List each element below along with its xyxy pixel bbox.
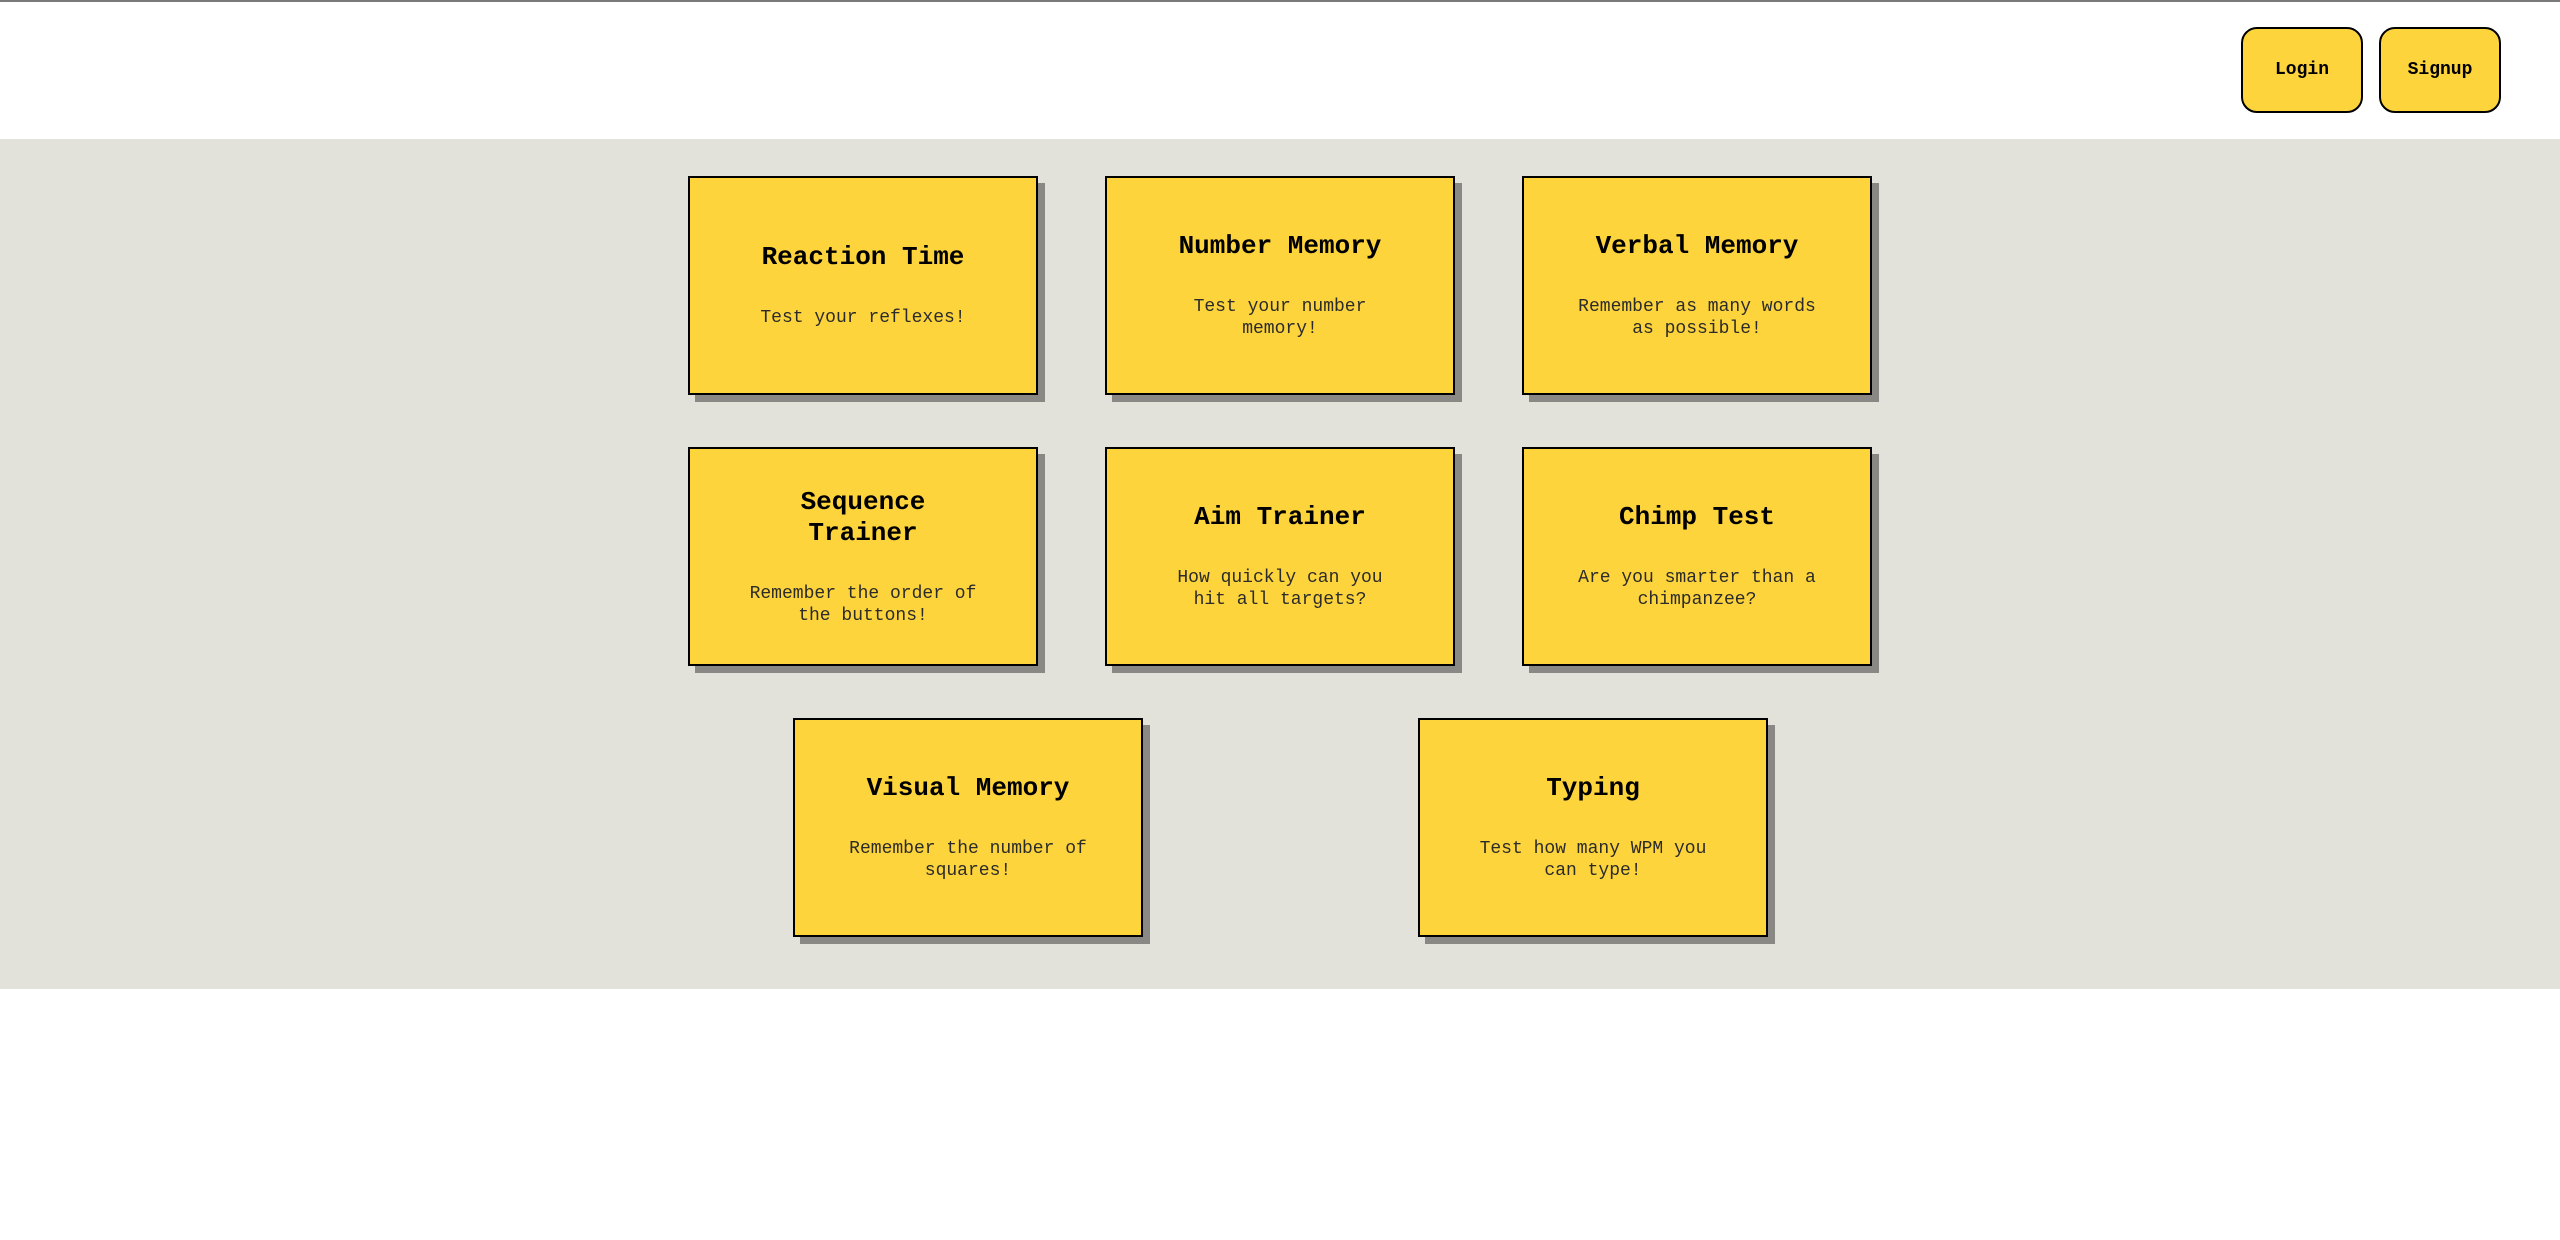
card-description: Are you smarter than a chimpanzee?	[1578, 568, 1816, 610]
card-description: Test your reflexes!	[760, 308, 966, 328]
card-title: Reaction Time	[761, 242, 965, 272]
card-visual-memory[interactable]: Visual Memory Remember the number of squ…	[793, 718, 1143, 937]
card-title: Number Memory	[1178, 231, 1382, 261]
card-chimp-test[interactable]: Chimp Test Are you smarter than a chimpa…	[1522, 447, 1872, 666]
header: Login Signup	[0, 2, 2560, 139]
card-sequence-trainer[interactable]: Sequence Trainer Remember the order of t…	[688, 447, 1038, 666]
card-description: Remember as many words as possible!	[1578, 297, 1816, 339]
card-description: Remember the order of the buttons!	[749, 583, 977, 626]
card-title: Visual Memory	[866, 773, 1070, 803]
card-verbal-memory[interactable]: Verbal Memory Remember as many words as …	[1522, 176, 1872, 395]
card-description: How quickly can you hit all targets?	[1177, 568, 1383, 610]
card-description: Remember the number of squares!	[849, 839, 1087, 881]
card-title: Sequence Trainer	[800, 486, 926, 548]
card-reaction-time[interactable]: Reaction Time Test your reflexes!	[688, 176, 1038, 395]
card-title: Typing	[1546, 773, 1640, 803]
card-title: Verbal Memory	[1595, 231, 1799, 261]
card-aim-trainer[interactable]: Aim Trainer How quickly can you hit all …	[1105, 447, 1455, 666]
card-description: Test how many WPM you can type!	[1479, 839, 1707, 881]
signup-button[interactable]: Signup	[2379, 27, 2501, 113]
login-button[interactable]: Login	[2241, 27, 2363, 113]
card-typing[interactable]: Typing Test how many WPM you can type!	[1418, 718, 1768, 937]
card-title: Aim Trainer	[1194, 502, 1366, 532]
card-title: Chimp Test	[1618, 502, 1776, 532]
card-description: Test your number memory!	[1193, 297, 1367, 339]
card-number-memory[interactable]: Number Memory Test your number memory!	[1105, 176, 1455, 395]
